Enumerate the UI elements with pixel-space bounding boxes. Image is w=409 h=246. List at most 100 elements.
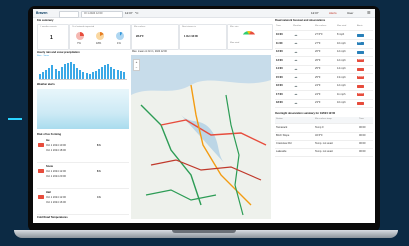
- impact-pie-1: [76, 32, 84, 40]
- time-display-right: 12:07: [311, 11, 319, 15]
- forecast-wind: 8 mph: [337, 33, 345, 36]
- min-surface-card[interactable]: Min surface 28.2°F: [131, 24, 179, 50]
- route-warning-icon: [38, 195, 44, 199]
- station-time: 00:00: [359, 142, 366, 145]
- cloud-icon: ☁: [294, 41, 298, 45]
- forecast-table: Time Weather Min surface Max wind Alerts 10:0…: [275, 24, 373, 108]
- alerts-menu[interactable]: Alerts: [329, 9, 337, 17]
- route-card[interactable]: Hail Oct 1 2024 12:00 Oct 1 2024 16:00 4 h: [37, 190, 129, 215]
- time-display: 12:07: [125, 11, 133, 15]
- precip-bar: [51, 65, 54, 79]
- forecast-temp: 26°F: [315, 58, 321, 62]
- impacted-value-2: 18%: [96, 42, 102, 45]
- precip-bar: [94, 71, 97, 79]
- precip-bar: [79, 69, 82, 79]
- map-title: Max. mean on Oct 1, 2024 12:00: [132, 50, 167, 53]
- rain-label: Min. rain: [230, 26, 239, 28]
- temp-unit[interactable]: °C: [135, 9, 138, 17]
- forecast-header-cell: Min surface: [315, 25, 327, 27]
- min-surface-label: Min surface: [134, 26, 146, 28]
- forecast-alert-text: Snow: [357, 58, 364, 61]
- route-to: Oct 1 2024 18:00: [46, 149, 66, 152]
- weather-events-value: 1: [50, 35, 53, 41]
- precip-bar: [110, 66, 113, 79]
- cloud-icon: ☁: [294, 66, 298, 71]
- forecast-alert-text: Snow: [357, 92, 364, 95]
- zoom-control[interactable]: + −: [133, 59, 140, 71]
- forecast-temp: 23°F: [315, 101, 321, 104]
- datetime-field[interactable]: Ol 1.2024 12:00: [81, 10, 123, 18]
- weather-events-card[interactable]: # weather events 1: [37, 24, 69, 50]
- stations-table: Station Min surface temp Time Tamarack Temp …: [275, 117, 373, 157]
- forecast-wind: 14 mph: [337, 67, 346, 70]
- route-card[interactable]: Snow Oct 1 2024 12:00 Oct 1 2024 20:00 8 h: [37, 164, 129, 189]
- station-name: Birch Slope: [276, 134, 290, 137]
- forecast-alert-badge: Ice: [357, 33, 364, 37]
- precip-bar: [48, 67, 51, 79]
- user-menu[interactable]: User: [347, 9, 353, 17]
- forecast-temp: 25°F: [315, 75, 321, 79]
- brand-logo[interactable]: Braven: [36, 9, 48, 17]
- route-card[interactable]: Ice Oct 1 2024 10:00 Oct 1 2024 18:00 8 h: [37, 138, 129, 163]
- forecast-alert-badge: Snow: [357, 101, 364, 105]
- rain-wind-card[interactable]: Min. rain Max wind: [227, 24, 273, 50]
- forecast-alert-badge: Snow: [357, 59, 364, 62]
- forecast-wind: 12 mph: [337, 58, 346, 62]
- datetime-value: Ol 1.2024 12:00: [84, 12, 103, 15]
- forecast-alert-text: Ice: [357, 33, 361, 36]
- station-value: Temp. not avail.: [315, 142, 334, 145]
- precip-legend: Rain · Snow: [37, 55, 49, 57]
- forecast-wind: 12 mph: [337, 84, 346, 87]
- forecast-alert-badge: Ice: [357, 50, 364, 54]
- station-row[interactable]: Lakeside Temp. not avail. 00:00: [275, 148, 373, 157]
- wind-gauge-icon: [242, 31, 256, 38]
- precip-bar: [45, 69, 48, 79]
- stations-header-cell: Station: [276, 118, 283, 120]
- impacted-label: % of network impacted: [72, 26, 95, 28]
- route-from: Oct 1 2024 10:00: [46, 144, 66, 147]
- forecast-header-cell: Time: [276, 25, 281, 27]
- forecast-alert-text: Ice: [357, 50, 361, 53]
- cloud-icon: ☁: [294, 58, 298, 62]
- forecast-wind: 13 mph: [337, 75, 346, 79]
- precip-bar: [66, 63, 69, 79]
- location-select[interactable]: [59, 10, 79, 18]
- menu-icon[interactable]: ☰: [367, 9, 371, 17]
- forecast-alert-badge: Snow: [357, 84, 364, 88]
- cloud-icon: ☁: [294, 92, 298, 96]
- routes-title: Risk of Ice Forming: [37, 133, 62, 136]
- map-view[interactable]: + −: [131, 55, 271, 219]
- station-value: 32.5°F: [315, 134, 323, 137]
- precip-bar: [57, 71, 60, 79]
- forecast-alert-text: Snow: [357, 75, 364, 78]
- precip-bar: [116, 69, 119, 79]
- forecast-time: 10:00: [276, 33, 283, 36]
- forecast-row[interactable]: 18:00 ☁ 23°F 10 mph Snow: [275, 99, 373, 108]
- weather-alerts-title: Weather alerts: [37, 83, 55, 86]
- precip-bar: [88, 74, 91, 79]
- app-screen: Braven Ol 1.2024 12:00 12:07 °C 12:07 Al…: [33, 9, 375, 223]
- forecast-time: 18:00: [276, 101, 283, 104]
- weather-alerts-timeline[interactable]: [37, 89, 129, 129]
- precip-bar: [97, 68, 100, 79]
- impacted-value-1: 7%: [77, 42, 81, 45]
- forecast-temp: 24°F: [315, 92, 321, 96]
- precip-bar: [42, 72, 45, 79]
- forecast-wind: 10 mph: [337, 101, 346, 104]
- station-value: Temp. not avail.: [315, 150, 334, 153]
- station-time: 00:00: [359, 134, 366, 137]
- precip-bar: [76, 67, 79, 79]
- route-warning-icon: [38, 143, 44, 147]
- station-time: 00:00: [359, 150, 366, 153]
- next-storms-value: 1 Oct 16:00: [184, 35, 198, 38]
- next-storms-card[interactable]: Next storms in 1 Oct 16:00: [179, 24, 227, 50]
- forecast-wind: 11 mph: [337, 92, 346, 96]
- forecast-header-cell: Alerts: [357, 25, 363, 27]
- stations-header-cell: Time: [359, 118, 364, 120]
- impacted-card[interactable]: % of network impacted 7% 18% 1%: [69, 24, 131, 50]
- forecast-wind: 12 mph: [337, 50, 346, 53]
- precip-bar: [82, 72, 85, 79]
- forecast-temp: 27°F: [315, 41, 321, 45]
- summary-title: Km summary: [37, 19, 54, 22]
- precip-bar: [70, 62, 72, 79]
